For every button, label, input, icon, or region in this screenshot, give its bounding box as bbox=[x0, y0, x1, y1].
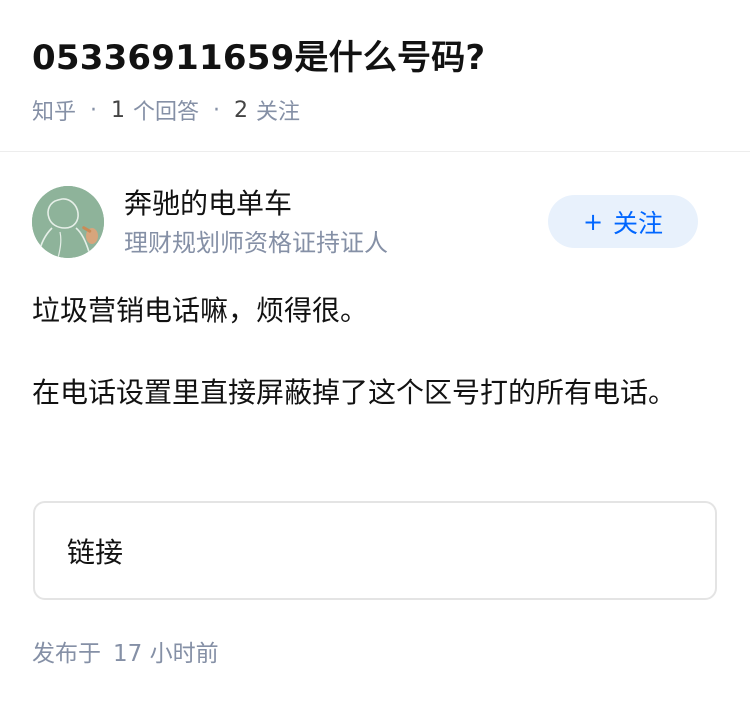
answers-count: 1 bbox=[111, 97, 126, 123]
question-meta: 知乎 · 1 个回答 · 2 关注 bbox=[32, 92, 300, 128]
link-card[interactable]: 链接 bbox=[33, 501, 717, 600]
publish-prefix: 发布于 bbox=[32, 641, 101, 667]
person-sketch-avatar-icon bbox=[32, 186, 104, 258]
author-name[interactable]: 奔驰的电单车 bbox=[124, 186, 292, 222]
plus-icon: + bbox=[582, 207, 604, 236]
answer-paragraph: 在电话设置里直接屏蔽掉了这个区号打的所有电话。 bbox=[32, 376, 677, 409]
divider bbox=[0, 151, 750, 152]
follows-label: 关注 bbox=[256, 100, 301, 125]
link-card-label: 链接 bbox=[67, 535, 124, 569]
publish-time: 17 小时前 bbox=[113, 641, 219, 667]
meta-separator: · bbox=[213, 97, 221, 123]
answers-label: 个回答 bbox=[133, 100, 200, 125]
answer-paragraph: 垃圾营销电话嘛，烦得很。 bbox=[32, 294, 369, 327]
follow-button-label: 关注 bbox=[613, 208, 664, 238]
follows-count: 2 bbox=[234, 97, 249, 123]
publish-info: 发布于 17 小时前 bbox=[32, 637, 219, 671]
follow-button[interactable]: + 关注 bbox=[548, 195, 698, 248]
meta-separator: · bbox=[90, 97, 98, 123]
source-label[interactable]: 知乎 bbox=[32, 94, 76, 126]
author-bio: 理财规划师资格证持证人 bbox=[124, 229, 388, 257]
question-title: 05336911659是什么号码? bbox=[32, 38, 486, 78]
author-avatar[interactable] bbox=[32, 186, 104, 258]
